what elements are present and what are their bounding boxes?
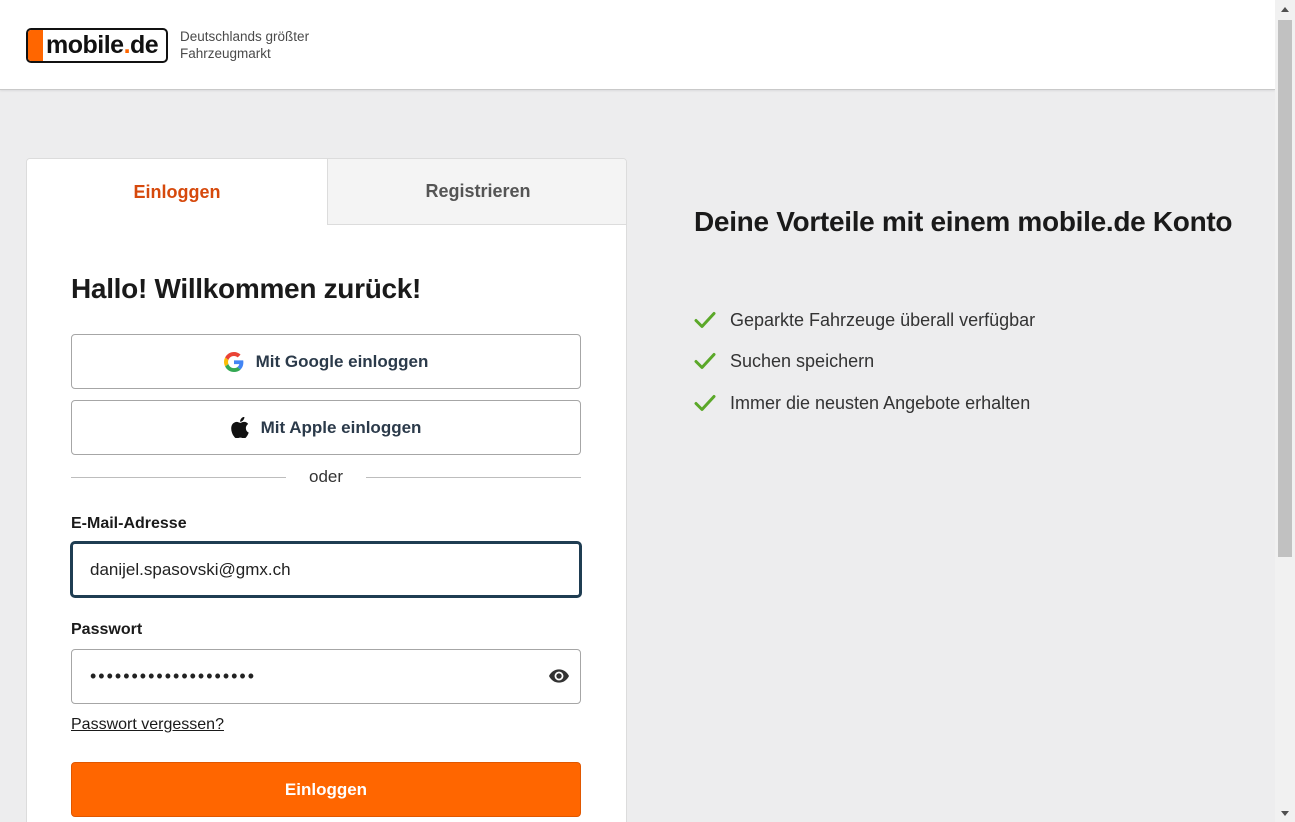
check-icon [694, 394, 716, 412]
benefits-title: Deine Vorteile mit einem mobile.de Konto [694, 206, 1233, 237]
eye-icon[interactable] [549, 668, 569, 684]
scroll-up-arrow[interactable] [1275, 0, 1295, 17]
benefit-text: Immer die neusten Angebote erhalten [730, 392, 1031, 413]
mobile-de-logo[interactable]: mobile.de [26, 28, 168, 63]
google-login-button[interactable]: Mit Google einloggen [71, 334, 581, 389]
login-card: Einloggen Registrieren Hallo! Willkommen… [26, 158, 627, 822]
benefit-text: Geparkte Fahrzeuge überall verfügbar [730, 309, 1036, 330]
benefit-item: Suchen speichern [694, 349, 874, 373]
check-icon [694, 352, 716, 370]
benefit-item: Immer die neusten Angebote erhalten [694, 391, 1030, 415]
logo-text: mobile.de [46, 31, 159, 59]
tab-register[interactable]: Registrieren [327, 159, 626, 225]
site-header: mobile.de Deutschlands größter Fahrzeugm… [0, 0, 1275, 90]
tagline-line-1: Deutschlands größter [180, 29, 310, 44]
check-icon [694, 311, 716, 329]
divider-line-right [366, 477, 581, 478]
benefit-item: Geparkte Fahrzeuge überall verfügbar [694, 308, 1035, 332]
email-field[interactable] [71, 542, 581, 597]
apple-icon [230, 417, 249, 438]
password-label: Passwort [71, 621, 143, 638]
google-login-label: Mit Google einloggen [255, 351, 429, 371]
page-title: Hallo! Willkommen zurück! [71, 273, 422, 304]
tagline-line-2: Fahrzeugmarkt [180, 46, 271, 61]
email-label: E-Mail-Adresse [71, 515, 187, 532]
header-tagline: Deutschlands größter Fahrzeugmarkt [180, 28, 309, 62]
tab-login[interactable]: Einloggen [27, 159, 327, 225]
page-scrollbar[interactable] [1275, 0, 1295, 822]
benefit-text: Suchen speichern [730, 350, 875, 371]
login-submit-button[interactable]: Einloggen [71, 762, 581, 817]
scrollbar-thumb[interactable] [1278, 20, 1292, 557]
apple-login-label: Mit Apple einloggen [260, 417, 422, 437]
or-divider: oder [71, 467, 581, 487]
apple-login-button[interactable]: Mit Apple einloggen [71, 400, 581, 455]
password-field[interactable] [71, 649, 581, 704]
benefits-panel: Deine Vorteile mit einem mobile.de Konto… [694, 202, 1234, 413]
scroll-down-arrow[interactable] [1275, 805, 1295, 822]
forgot-password-link[interactable]: Passwort vergessen? [71, 716, 224, 734]
google-icon [223, 351, 244, 372]
logo-orange-bar [28, 30, 43, 61]
